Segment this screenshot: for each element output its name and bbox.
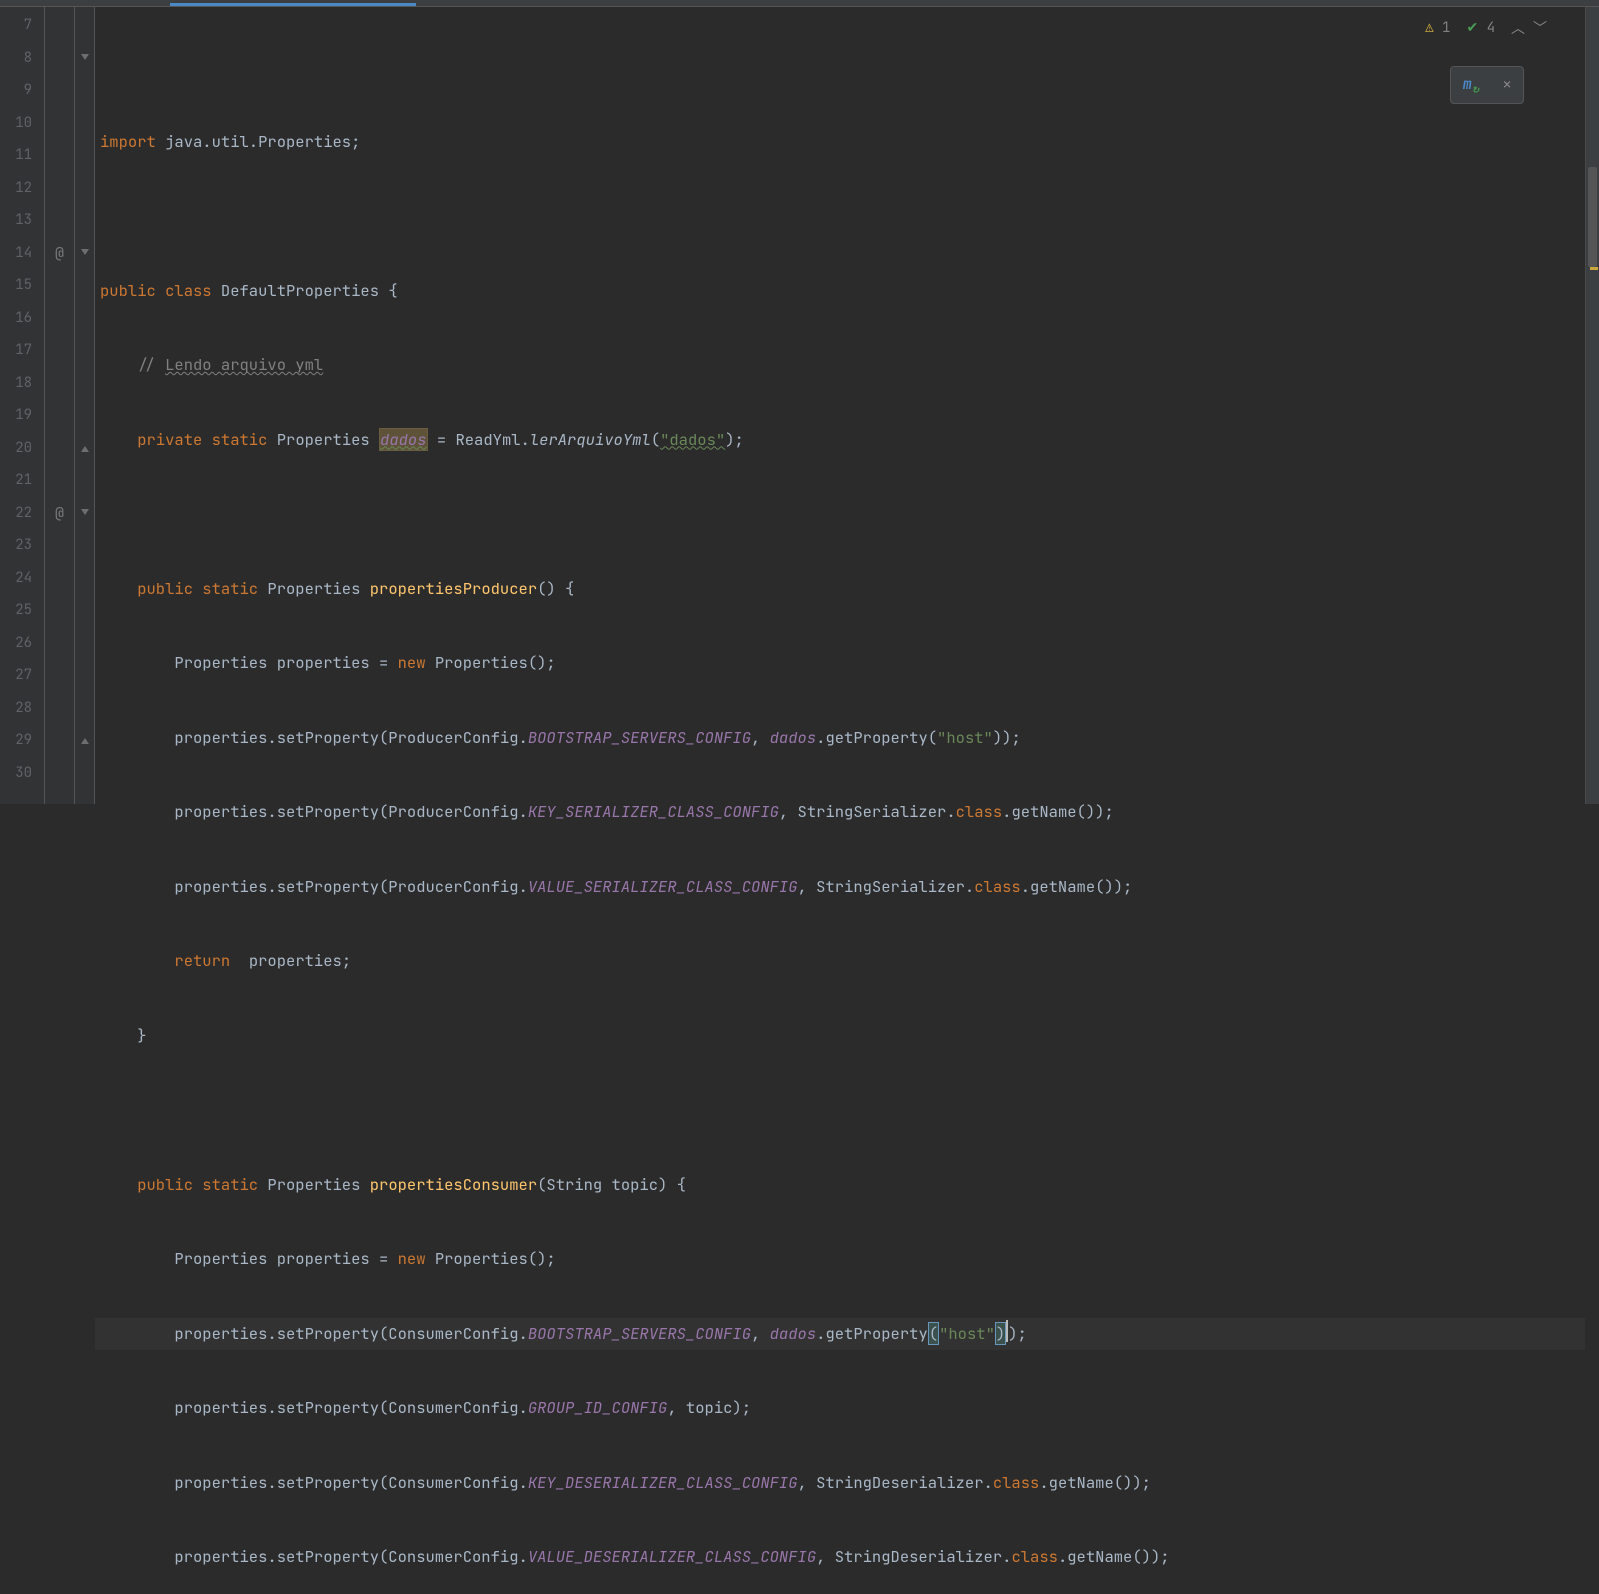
line-number[interactable]: 22 (0, 497, 44, 530)
code-line-active: properties.setProperty(ConsumerConfig.BO… (95, 1318, 1585, 1351)
code-line: import java.util.Properties; (95, 126, 1585, 159)
line-number[interactable]: 12 (0, 172, 44, 205)
line-number[interactable]: 27 (0, 659, 44, 692)
code-line (95, 1094, 1585, 1127)
fold-collapse-icon[interactable] (75, 42, 94, 75)
close-icon[interactable]: ✕ (1503, 76, 1511, 94)
line-number[interactable]: 10 (0, 107, 44, 140)
code-line: // Lendo arquivo yml (95, 349, 1585, 382)
prev-highlight-icon[interactable]: ︿ (1511, 18, 1525, 38)
line-number[interactable]: 7 (0, 9, 44, 42)
annotation-gutter: @ @ (45, 7, 75, 804)
line-number[interactable]: 11 (0, 139, 44, 172)
override-annotation-icon[interactable]: @ (45, 497, 74, 530)
line-number[interactable]: 14 (0, 237, 44, 270)
line-number[interactable]: 20 (0, 432, 44, 465)
code-line (95, 498, 1585, 531)
fold-expand-icon[interactable] (75, 432, 94, 465)
code-line: Properties properties = new Properties()… (95, 1243, 1585, 1276)
line-number[interactable]: 26 (0, 627, 44, 660)
active-tab-indicator (170, 3, 416, 6)
line-number[interactable]: 8 (0, 42, 44, 75)
code-line: properties.setProperty(ProducerConfig.BO… (95, 722, 1585, 755)
scrollbar-track[interactable] (1585, 7, 1599, 804)
code-line: public class DefaultProperties { (95, 275, 1585, 308)
line-number[interactable]: 29 (0, 724, 44, 757)
code-line: properties.setProperty(ConsumerConfig.KE… (95, 1467, 1585, 1500)
code-line: return properties; (95, 945, 1585, 978)
code-line: private static Properties dados = ReadYm… (95, 424, 1585, 457)
fold-gutter (75, 7, 95, 804)
code-line: properties.setProperty(ProducerConfig.VA… (95, 871, 1585, 904)
editor-tabs-bar (0, 0, 1599, 7)
override-annotation-icon[interactable]: @ (45, 237, 74, 270)
line-number-gutter[interactable]: 7 8 9 10 11 12 13 14 15 16 17 18 19 20 2… (0, 7, 45, 804)
line-number[interactable]: 19 (0, 399, 44, 432)
editor-container: 7 8 9 10 11 12 13 14 15 16 17 18 19 20 2… (0, 7, 1599, 804)
code-line: } (95, 1020, 1585, 1053)
refresh-icon[interactable]: m↻ (1463, 74, 1480, 96)
line-number[interactable]: 28 (0, 692, 44, 725)
code-line: properties.setProperty(ProducerConfig.KE… (95, 796, 1585, 829)
warning-marker[interactable] (1590, 267, 1598, 270)
code-line: public static Properties propertiesProdu… (95, 573, 1585, 606)
scrollbar-thumb[interactable] (1588, 167, 1597, 267)
inspection-status[interactable]: ⚠ 1 ✔ 4 ︿ ﹀ (1425, 18, 1547, 38)
check-icon: ✔ (1466, 19, 1478, 37)
floating-tool-panel[interactable]: m↻ ✕ (1450, 66, 1524, 104)
line-number[interactable]: 24 (0, 562, 44, 595)
fold-expand-icon[interactable] (75, 724, 94, 757)
line-number[interactable]: 17 (0, 334, 44, 367)
code-line: properties.setProperty(ConsumerConfig.GR… (95, 1392, 1585, 1425)
line-number[interactable]: 15 (0, 269, 44, 302)
line-number[interactable]: 30 (0, 757, 44, 790)
line-number[interactable]: 13 (0, 204, 44, 237)
code-line: properties.setProperty(ConsumerConfig.VA… (95, 1541, 1585, 1574)
line-number[interactable]: 25 (0, 594, 44, 627)
line-number[interactable]: 18 (0, 367, 44, 400)
fold-collapse-icon[interactable] (75, 237, 94, 270)
fold-collapse-icon[interactable] (75, 497, 94, 530)
line-number[interactable]: 16 (0, 302, 44, 335)
line-number[interactable]: 23 (0, 529, 44, 562)
warning-icon: ⚠ (1425, 19, 1433, 37)
warning-indicator[interactable]: ⚠ 1 (1425, 19, 1450, 37)
code-line: Properties properties = new Properties()… (95, 647, 1585, 680)
line-number[interactable]: 9 (0, 74, 44, 107)
check-indicator[interactable]: ✔ 4 (1466, 19, 1495, 37)
line-number[interactable]: 21 (0, 464, 44, 497)
code-line (95, 200, 1585, 233)
code-line (95, 51, 1585, 84)
code-line: public static Properties propertiesConsu… (95, 1169, 1585, 1202)
next-highlight-icon[interactable]: ﹀ (1533, 18, 1547, 38)
code-editor[interactable]: import java.util.Properties; public clas… (95, 7, 1585, 804)
